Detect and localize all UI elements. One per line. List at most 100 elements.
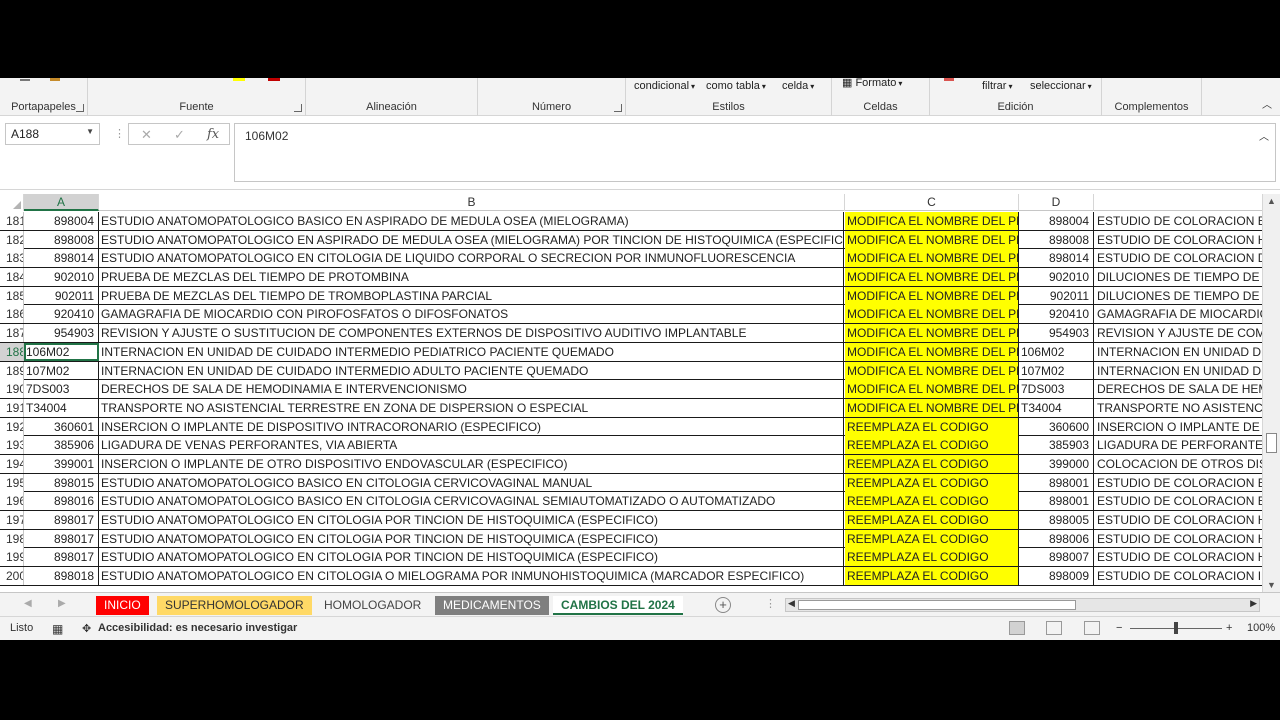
- zoom-in-icon[interactable]: +: [1226, 622, 1232, 634]
- cell-e[interactable]: ESTUDIO DE COLORACION HI: [1095, 530, 1262, 548]
- cell-b[interactable]: ESTUDIO ANATOMOPATOLOGICO BASICO EN CITO…: [99, 492, 844, 511]
- scroll-left-icon[interactable]: ◀: [788, 598, 795, 609]
- name-box[interactable]: A188 ▼: [5, 123, 100, 145]
- tab-inicio[interactable]: INICIO: [96, 596, 149, 615]
- cell-d[interactable]: 7DS003: [1019, 380, 1094, 399]
- scroll-right-icon[interactable]: ▶: [1250, 598, 1257, 609]
- cell-c[interactable]: MODIFICA EL NOMBRE DEL PR: [845, 324, 1019, 343]
- row-header[interactable]: 200: [0, 567, 24, 586]
- cell-b[interactable]: TRANSPORTE NO ASISTENCIAL TERRESTRE EN Z…: [99, 398, 844, 417]
- cell-d[interactable]: 360600: [1019, 417, 1094, 436]
- page-break-view-icon[interactable]: [1084, 621, 1100, 635]
- cell-a[interactable]: 898017: [24, 511, 99, 529]
- cell-e[interactable]: INSERCION O IMPLANTE DE P: [1095, 418, 1262, 436]
- cell-b[interactable]: REVISION Y AJUSTE O SUSTITUCION DE COMPO…: [99, 324, 844, 343]
- cell-a[interactable]: 898015: [24, 473, 99, 492]
- cell-c[interactable]: MODIFICA EL NOMBRE DEL PR: [845, 212, 1019, 230]
- cell-e[interactable]: LIGADURA DE PERFORANTES: [1095, 436, 1262, 454]
- cell-e[interactable]: ESTUDIO DE COLORACION HI: [1095, 548, 1262, 566]
- horizontal-scrollbar[interactable]: ◀ ▶: [785, 598, 1260, 612]
- next-sheet-icon[interactable]: ▶: [58, 598, 66, 609]
- cell-a[interactable]: 898008: [24, 230, 99, 249]
- row-header[interactable]: 190: [0, 380, 24, 399]
- font-color-icon[interactable]: [268, 78, 280, 81]
- cell-e[interactable]: INTERNACION EN UNIDAD DE: [1095, 343, 1262, 361]
- cell-b[interactable]: ESTUDIO ANATOMOPATOLOGICO BASICO EN ASPI…: [99, 212, 844, 230]
- cell-a[interactable]: 898018: [24, 567, 99, 586]
- cell-b[interactable]: INSERCION O IMPLANTE DE DISPOSITIVO INTR…: [99, 417, 844, 436]
- column-header-c[interactable]: C: [845, 194, 1019, 211]
- formula-input[interactable]: 106M02 ︿: [234, 123, 1276, 182]
- row-header[interactable]: 185: [0, 286, 24, 305]
- row-header[interactable]: 184: [0, 268, 24, 287]
- cell-d[interactable]: 898001: [1019, 492, 1094, 511]
- accessibility-status[interactable]: Accesibilidad: es necesario investigar: [98, 622, 297, 634]
- cell-d[interactable]: 107M02: [1019, 361, 1094, 380]
- cell-e[interactable]: DILUCIONES DE TIEMPO DE P: [1095, 268, 1262, 286]
- cell-d[interactable]: 898007: [1019, 548, 1094, 567]
- cell-c[interactable]: REEMPLAZA EL CODIGO: [845, 417, 1019, 436]
- cell-d[interactable]: T34004: [1019, 398, 1094, 417]
- tab-homologador[interactable]: HOMOLOGADOR: [316, 596, 430, 615]
- cell-e[interactable]: ESTUDIO DE COLORACION HI: [1095, 231, 1262, 249]
- cell-a[interactable]: 954903: [24, 324, 99, 343]
- cell-a[interactable]: 107M02: [24, 361, 99, 380]
- row-header[interactable]: 187: [0, 324, 24, 343]
- cancel-icon[interactable]: ✕: [141, 127, 152, 143]
- cell-d[interactable]: 399000: [1019, 454, 1094, 473]
- cell-d[interactable]: 898004: [1019, 212, 1094, 230]
- cell-b[interactable]: ESTUDIO ANATOMOPATOLOGICO BASICO EN CITO…: [99, 473, 844, 492]
- tab-cambios-2024[interactable]: CAMBIOS DEL 2024: [553, 596, 683, 615]
- sort-filter-button[interactable]: filtrar ▾: [982, 80, 1012, 92]
- cell-e[interactable]: DILUCIONES DE TIEMPO DE T: [1095, 287, 1262, 305]
- row-header[interactable]: 191: [0, 398, 24, 417]
- row-header[interactable]: 188: [0, 342, 24, 361]
- collapse-formula-icon[interactable]: ︿: [1259, 128, 1269, 143]
- cell-d[interactable]: 898009: [1019, 567, 1094, 586]
- cell-e[interactable]: INTERNACION EN UNIDAD DE: [1095, 362, 1262, 380]
- cell-c[interactable]: MODIFICA EL NOMBRE DEL PR: [845, 342, 1019, 361]
- row-header[interactable]: 192: [0, 417, 24, 436]
- cell-b[interactable]: ESTUDIO ANATOMOPATOLOGICO EN CITOLOGIA P…: [99, 548, 844, 567]
- cell-e[interactable]: ESTUDIO DE COLORACION BA: [1095, 492, 1262, 510]
- row-header[interactable]: 195: [0, 473, 24, 492]
- cell-e[interactable]: ESTUDIO DE COLORACION BA: [1095, 474, 1262, 492]
- scroll-up-icon[interactable]: ▲: [1267, 196, 1276, 206]
- prev-sheet-icon[interactable]: ◀: [24, 598, 32, 609]
- cell-a[interactable]: 399001: [24, 454, 99, 473]
- row-header[interactable]: 196: [0, 492, 24, 511]
- scroll-thumb[interactable]: [798, 600, 1076, 610]
- zoom-slider-thumb[interactable]: [1174, 622, 1178, 634]
- normal-view-icon[interactable]: [1009, 621, 1025, 635]
- cell-c[interactable]: REEMPLAZA EL CODIGO: [845, 511, 1019, 529]
- format-as-table-button[interactable]: como tabla ▾: [706, 80, 766, 92]
- add-sheet-button[interactable]: +: [715, 597, 731, 613]
- scroll-down-icon[interactable]: ▼: [1267, 580, 1276, 590]
- cell-d[interactable]: 954903: [1019, 324, 1094, 343]
- find-select-button[interactable]: seleccionar ▾: [1030, 80, 1092, 92]
- macro-icon[interactable]: ▦: [52, 622, 63, 636]
- cell-c[interactable]: REEMPLAZA EL CODIGO: [845, 473, 1019, 492]
- zoom-out-icon[interactable]: −: [1116, 622, 1122, 634]
- cell-e[interactable]: GAMAGRAFIA DE MIOCARDIO: [1095, 305, 1262, 323]
- cell-d[interactable]: 898005: [1019, 511, 1094, 529]
- cell-a[interactable]: 898004: [24, 212, 99, 230]
- cell-a[interactable]: 898016: [24, 492, 99, 511]
- insert-function-icon[interactable]: fx: [207, 127, 219, 142]
- dialog-launcher-icon[interactable]: [614, 104, 622, 112]
- row-header[interactable]: 182: [0, 230, 24, 249]
- dialog-launcher-icon[interactable]: [294, 104, 302, 112]
- cell-b[interactable]: GAMAGRAFIA DE MIOCARDIO CON PIROFOSFATOS…: [99, 305, 844, 324]
- column-header-a[interactable]: A: [24, 194, 99, 211]
- row-header[interactable]: 186: [0, 305, 24, 324]
- cell-d[interactable]: 898014: [1019, 249, 1094, 268]
- cell-d[interactable]: 902011: [1019, 286, 1094, 305]
- vertical-scrollbar[interactable]: ▲ ▼: [1262, 194, 1280, 592]
- row-header[interactable]: 189: [0, 361, 24, 380]
- spreadsheet-grid[interactable]: A B C D 181898004ESTUDIO ANATOMOPATOLOGI…: [0, 194, 1262, 592]
- cell-c[interactable]: MODIFICA EL NOMBRE DEL PR: [845, 398, 1019, 417]
- tab-superhomologador[interactable]: SUPERHOMOLOGADOR: [157, 596, 312, 615]
- cell-e[interactable]: ESTUDIO DE COLORACION DE: [1095, 249, 1262, 267]
- cell-a[interactable]: 920410: [24, 305, 99, 324]
- cell-e[interactable]: TRANSPORTE NO ASISTENCIA: [1095, 399, 1262, 417]
